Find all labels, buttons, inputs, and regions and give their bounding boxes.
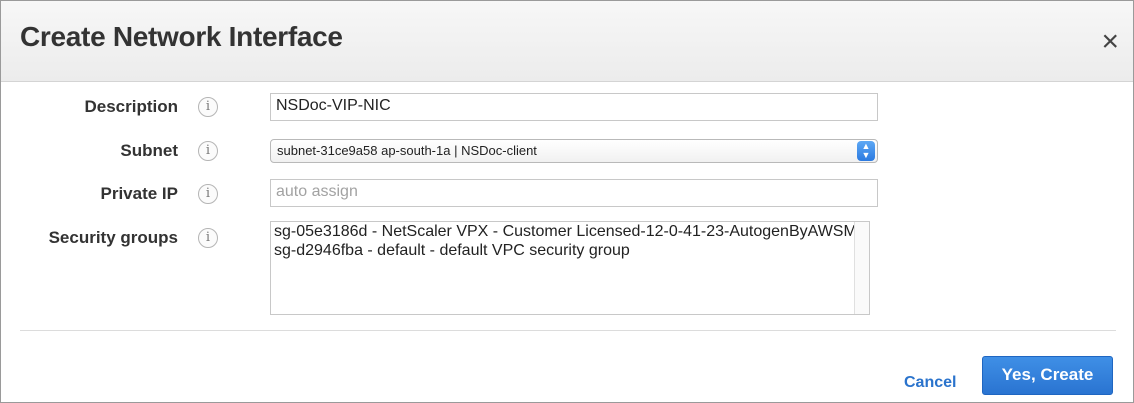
private-ip-input[interactable]: auto assign [270, 179, 878, 207]
listbox-scrollbar[interactable] [854, 222, 869, 314]
security-group-option[interactable]: sg-d2946fba - default - default VPC secu… [271, 241, 856, 260]
subnet-info-icon[interactable]: i [198, 141, 218, 161]
security-groups-label: Security groups [48, 228, 178, 247]
private-ip-label: Private IP [100, 184, 179, 203]
dialog-title: Create Network Interface [20, 21, 343, 52]
security-group-option[interactable]: sg-05e3186d - NetScaler VPX - Customer L… [271, 222, 856, 241]
dialog-header: Create Network Interface × [1, 1, 1133, 82]
chevron-up-down-icon: ▲ ▼ [857, 141, 875, 161]
yes-create-button[interactable]: Yes, Create [982, 356, 1113, 395]
footer-divider [20, 330, 1116, 331]
close-icon[interactable]: × [1101, 27, 1119, 57]
subnet-selected-value: subnet-31ce9a58 ap-south-1a | NSDoc-clie… [277, 143, 537, 158]
security-groups-info-icon[interactable]: i [198, 228, 218, 248]
description-label: Description [84, 97, 178, 116]
create-network-interface-dialog: Create Network Interface × Description i… [0, 0, 1134, 403]
private-ip-info-icon[interactable]: i [198, 184, 218, 204]
description-input[interactable]: NSDoc-VIP-NIC [270, 93, 878, 121]
cancel-button[interactable]: Cancel [904, 374, 956, 392]
subnet-label: Subnet [120, 141, 178, 160]
security-groups-listbox[interactable]: sg-05e3186d - NetScaler VPX - Customer L… [270, 221, 870, 315]
description-info-icon[interactable]: i [198, 97, 218, 117]
subnet-select[interactable]: subnet-31ce9a58 ap-south-1a | NSDoc-clie… [270, 139, 878, 163]
